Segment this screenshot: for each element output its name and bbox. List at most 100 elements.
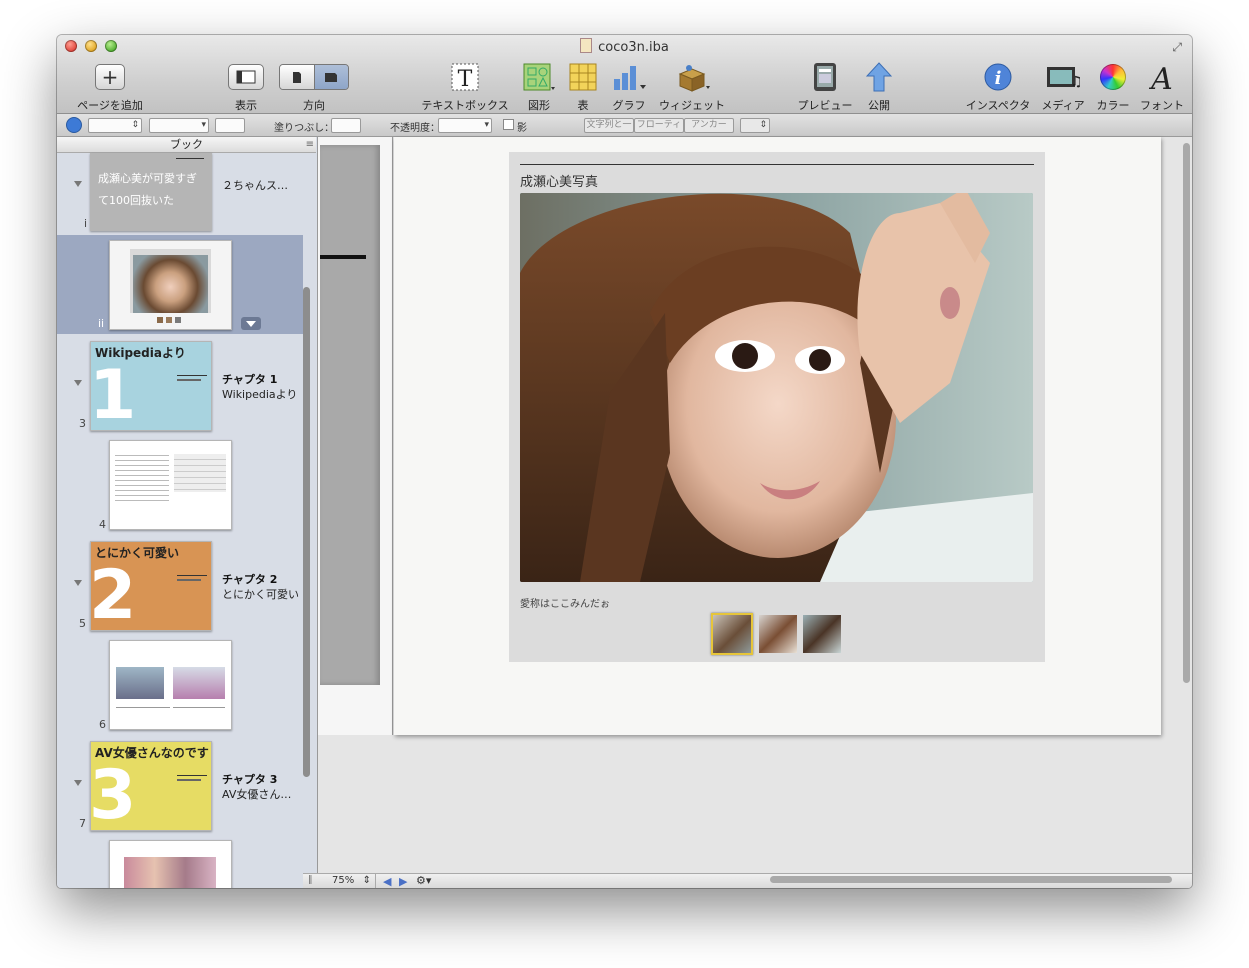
fullscreen-icon[interactable]: ⤢: [1172, 40, 1182, 55]
sidebar-scrollbar[interactable]: [303, 287, 310, 777]
size-field[interactable]: [215, 118, 245, 133]
anchor-button[interactable]: アンカー: [684, 118, 734, 133]
canvas-horizontal-scrollbar[interactable]: [770, 876, 1172, 883]
arrange-select[interactable]: ⇕: [740, 118, 770, 133]
format-bar: ⇕ ▾ 塗りつぶし： 不透明度： ▾ 影 文字列と一 フローティ アンカー ⇕: [57, 114, 1192, 137]
publish-button[interactable]: 公開: [863, 61, 895, 113]
disclosure-triangle[interactable]: [74, 380, 82, 386]
view-button[interactable]: 表示: [222, 61, 270, 113]
widget-box-icon: [678, 65, 710, 92]
svg-text:♫: ♫: [1070, 74, 1080, 90]
chapter-3-thumbnail[interactable]: AV女優さんなのです 3: [90, 741, 212, 831]
orientation-segmented[interactable]: [279, 64, 349, 90]
shadow-label: 影: [517, 123, 527, 134]
shadow-checkbox[interactable]: [503, 119, 514, 130]
style-icon[interactable]: [66, 117, 82, 133]
page-8-thumbnail[interactable]: [109, 840, 232, 888]
resize-handle-icon[interactable]: ‖: [308, 875, 313, 885]
document-icon: [580, 38, 593, 53]
page-number: 5: [79, 617, 86, 630]
selected-page-row[interactable]: ii: [57, 235, 303, 334]
page-ii-thumbnail[interactable]: [109, 240, 232, 330]
previous-page-icon[interactable]: ◀: [383, 875, 391, 888]
intro-thumbnail[interactable]: 成瀬心美が可愛すぎて100回抜いた: [90, 153, 212, 231]
opacity-select[interactable]: ▾: [438, 118, 492, 133]
fonts-button[interactable]: A フォント: [1139, 61, 1185, 113]
media-button[interactable]: ♫ メディア: [1040, 61, 1086, 113]
gear-icon[interactable]: ⚙▾: [416, 874, 431, 887]
app-window: coco3n.iba ⤢ + ページを追加 表示 方向 T テキストボックス 図…: [57, 35, 1192, 888]
disclosure-triangle[interactable]: [74, 780, 82, 786]
page-number: 7: [79, 817, 86, 830]
style-select[interactable]: ⇕: [88, 118, 142, 133]
window-title: coco3n.iba: [57, 38, 1192, 55]
chapter-subtitle: とにかく可愛い: [222, 588, 299, 601]
opacity-label: 不透明度：: [390, 123, 440, 134]
disclosure-triangle[interactable]: [74, 580, 82, 586]
preview-button[interactable]: プレビュー: [795, 61, 855, 113]
svg-text:i: i: [995, 68, 1002, 89]
chapter-title: チャプタ 3: [222, 773, 278, 786]
landscape-icon[interactable]: [313, 65, 348, 89]
svg-text:A: A: [1149, 62, 1173, 92]
page-number: ii: [98, 317, 105, 330]
page-number: 3: [79, 417, 86, 430]
add-page-button[interactable]: + ページを追加: [75, 61, 145, 113]
gallery-title: 成瀬心美写真: [520, 175, 599, 190]
table-icon: [569, 63, 597, 91]
intro-thumb-title: 成瀬心美が可愛すぎて100回抜いた: [98, 172, 197, 207]
photo-mini: [133, 255, 208, 313]
sidebar-menu-icon[interactable]: ≡: [306, 137, 314, 152]
chapter-subtitle: AV女優さん…: [222, 788, 292, 801]
shapes-icon: [523, 63, 555, 91]
gallery-main-image[interactable]: [520, 193, 1033, 582]
previous-page-edge: [318, 137, 393, 735]
page-number: i: [84, 217, 88, 230]
table-button[interactable]: 表: [567, 61, 599, 113]
page-options-button[interactable]: [241, 317, 261, 330]
book-sidebar: ブック ≡ i 成瀬心美が可愛すぎて100回抜いた ２ちゃんス… ii 3 Wi…: [57, 137, 318, 888]
intro-label: ２ちゃんス…: [222, 179, 288, 192]
gallery-widget[interactable]: 成瀬心美写真 愛称はここみんだぉ: [509, 152, 1045, 662]
disclosure-triangle[interactable]: [74, 181, 82, 187]
page-6-thumbnail[interactable]: [109, 640, 232, 730]
page-4-thumbnail[interactable]: [109, 440, 232, 530]
font-select[interactable]: ▾: [149, 118, 209, 133]
chapter-2-thumbnail[interactable]: とにかく可愛い 2: [90, 541, 212, 631]
colors-button[interactable]: カラー: [1093, 61, 1133, 113]
color-wheel-icon: [1100, 64, 1126, 90]
floating-button[interactable]: フローティ: [634, 118, 684, 133]
portrait-icon[interactable]: [280, 65, 314, 89]
fill-label: 塗りつぶし：: [274, 123, 335, 134]
ipad-icon: [814, 63, 836, 91]
gallery-thumb-2[interactable]: [759, 615, 797, 653]
info-icon: i: [984, 63, 1012, 91]
canvas-vertical-scrollbar[interactable]: [1183, 143, 1190, 683]
gallery-thumb-3[interactable]: [803, 615, 841, 653]
view-icon: [228, 64, 264, 90]
gallery-thumb-1[interactable]: [711, 613, 753, 655]
chevron-down-icon: [246, 321, 256, 327]
chapter-title: チャプタ 2: [222, 573, 278, 586]
svg-text:T: T: [458, 67, 473, 92]
portrait-photo: [520, 193, 1033, 582]
page-number: 4: [99, 518, 106, 531]
chapter-subtitle: Wikipediaより: [222, 388, 298, 401]
inspector-button[interactable]: i インスペクタ: [964, 61, 1032, 113]
font-icon: A: [1149, 62, 1173, 92]
widget-button[interactable]: ウィジェット: [657, 61, 727, 113]
chapter-1-thumbnail[interactable]: Wikipediaより 1: [90, 341, 212, 431]
zoom-select[interactable]: 75% ⇕: [318, 874, 376, 888]
orientation-control[interactable]: 方向: [279, 61, 349, 113]
textbox-button[interactable]: T テキストボックス: [420, 61, 510, 113]
chart-button[interactable]: グラフ: [609, 61, 649, 113]
page-number: 6: [99, 718, 106, 731]
shapes-button[interactable]: 図形: [519, 61, 559, 113]
titlebar-toolbar: coco3n.iba ⤢ + ページを追加 表示 方向 T テキストボックス 図…: [57, 35, 1192, 114]
sidebar-header: ブック ≡: [57, 137, 316, 153]
fill-color-well[interactable]: [331, 118, 361, 133]
next-page-icon[interactable]: ▶: [399, 875, 407, 888]
bar-chart-icon: [614, 66, 646, 90]
gallery-caption: 愛称はここみんだぉ: [520, 599, 610, 610]
inline-button[interactable]: 文字列と一: [584, 118, 634, 133]
